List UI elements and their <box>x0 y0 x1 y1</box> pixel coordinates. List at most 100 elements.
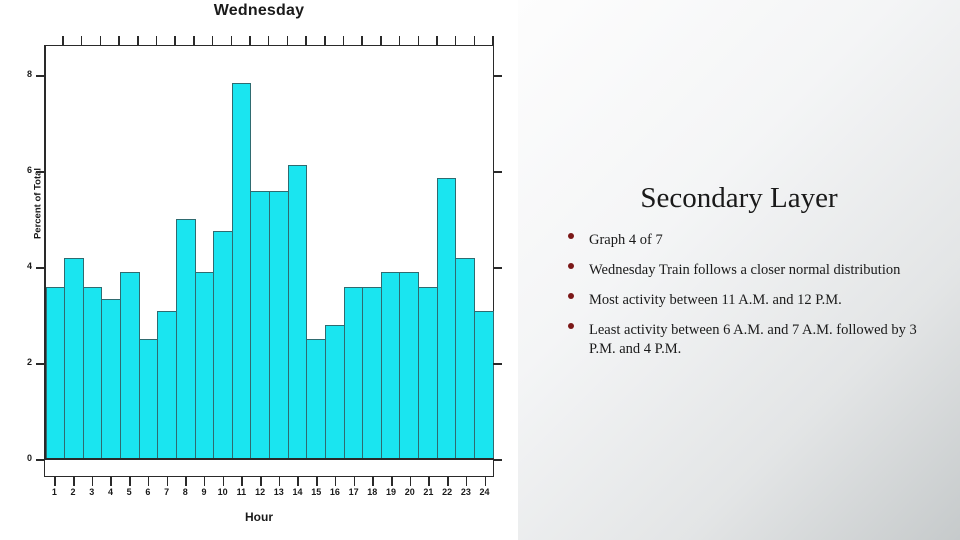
bottom-tick <box>344 477 363 486</box>
x-axis-title: Hour <box>245 510 273 524</box>
top-tick <box>438 36 457 45</box>
x-tick-label: 14 <box>292 487 303 497</box>
x-tick-label: 13 <box>273 487 284 497</box>
bottom-tick <box>82 477 101 486</box>
x-tick-label: 15 <box>311 487 322 497</box>
y-tick-label: 6 <box>26 165 32 176</box>
top-tick <box>382 36 401 45</box>
x-tick-label: 7 <box>164 487 170 497</box>
bottom-tick <box>176 477 195 486</box>
x-tick-label: 16 <box>329 487 340 497</box>
x-tick-label: 24 <box>479 487 490 497</box>
top-tick <box>120 36 139 45</box>
bottom-tick <box>157 477 176 486</box>
list-item: Wednesday Train follows a closer normal … <box>564 261 922 280</box>
top-tick <box>307 36 326 45</box>
x-tick-label: 8 <box>182 487 188 497</box>
bottom-tick <box>251 477 270 486</box>
y-tick <box>36 171 45 173</box>
y-tick <box>36 75 45 77</box>
top-tick <box>45 36 64 45</box>
list-item: Most activity between 11 A.M. and 12 P.M… <box>564 291 922 310</box>
bar <box>436 177 457 460</box>
bar <box>287 165 308 460</box>
bar <box>157 310 177 460</box>
bottom-tick <box>438 477 457 486</box>
bottom-tick <box>400 477 419 486</box>
top-tick <box>456 36 475 45</box>
bottom-tick <box>363 477 382 486</box>
bullet-dot-icon <box>568 293 574 300</box>
list-item-label: Most activity between 11 A.M. and 12 P.M… <box>589 292 842 309</box>
x-tick-label: 12 <box>255 487 266 497</box>
bottom-tick <box>232 477 251 486</box>
bar <box>250 190 270 460</box>
bullet-dot-icon <box>568 233 574 240</box>
x-tick-label: 11 <box>236 487 247 497</box>
bottom-tick <box>419 477 438 486</box>
top-tick <box>326 36 345 45</box>
bottom-tick <box>288 477 307 486</box>
y-tick-label: 0 <box>26 453 32 463</box>
bottom-tick <box>269 477 288 486</box>
chart-title: Wednesday <box>213 2 305 19</box>
bar <box>362 286 382 460</box>
top-tick <box>363 36 382 45</box>
top-tick <box>213 36 232 45</box>
x-tick-label: 23 <box>460 487 471 497</box>
bar <box>120 272 140 460</box>
top-tick <box>195 36 214 45</box>
bar <box>101 298 121 460</box>
y-axis-line <box>44 45 46 459</box>
chart-panel: Wednesday Percent of Total 02468 1234567… <box>0 0 518 540</box>
x-axis-baseline <box>45 458 494 460</box>
y-tick-right <box>493 75 502 77</box>
x-tick-label: 17 <box>348 487 359 497</box>
top-tick <box>101 36 120 45</box>
bullet-list: Graph 4 of 7 Wednesday Train follows a cl… <box>546 231 932 358</box>
bullet-dot-icon <box>568 263 574 270</box>
bottom-tick <box>213 477 232 486</box>
bar <box>213 231 233 460</box>
bar <box>399 272 419 460</box>
page-title: Secondary Layer <box>640 182 838 214</box>
x-tick-label: 19 <box>386 487 397 497</box>
x-tick-label: 9 <box>201 487 207 497</box>
bottom-tick <box>139 477 158 486</box>
list-item: Graph 4 of 7 <box>564 231 922 250</box>
y-tick <box>36 459 45 461</box>
bottom-tick <box>456 477 475 486</box>
top-tick <box>82 36 101 45</box>
bar <box>380 272 401 460</box>
y-tick-label: 2 <box>26 357 32 368</box>
bottom-tick <box>101 477 120 486</box>
list-item-label: Graph 4 of 7 <box>589 232 663 249</box>
x-tick-label: 3 <box>89 487 95 497</box>
bottom-tick <box>120 477 139 486</box>
bottom-tick <box>382 477 401 486</box>
plot-area <box>45 47 494 460</box>
top-tick <box>251 36 270 45</box>
x-tick-label: 4 <box>107 487 113 497</box>
top-tick <box>419 36 438 45</box>
y-tick <box>36 267 45 269</box>
x-tick-label: 21 <box>423 487 434 497</box>
y-tick-label: 8 <box>26 69 32 80</box>
top-tick <box>269 36 288 45</box>
bottom-tick <box>307 477 326 486</box>
x-tick-label: 2 <box>70 487 76 497</box>
y-tick-right <box>493 363 502 365</box>
bar <box>138 339 159 460</box>
bullet-dot-icon <box>568 322 574 329</box>
top-tick <box>475 36 494 45</box>
y-tick <box>36 363 45 365</box>
bottom-tick-row <box>45 477 494 486</box>
y-tick-label: 4 <box>26 261 32 272</box>
x-tick-label: 10 <box>217 487 228 497</box>
bar <box>231 82 252 460</box>
top-tick-row <box>45 36 494 45</box>
x-tick-label: 20 <box>404 487 415 497</box>
x-tick-label: 1 <box>51 487 57 497</box>
bar <box>194 272 215 460</box>
slide: Wednesday Percent of Total 02468 1234567… <box>0 0 960 540</box>
